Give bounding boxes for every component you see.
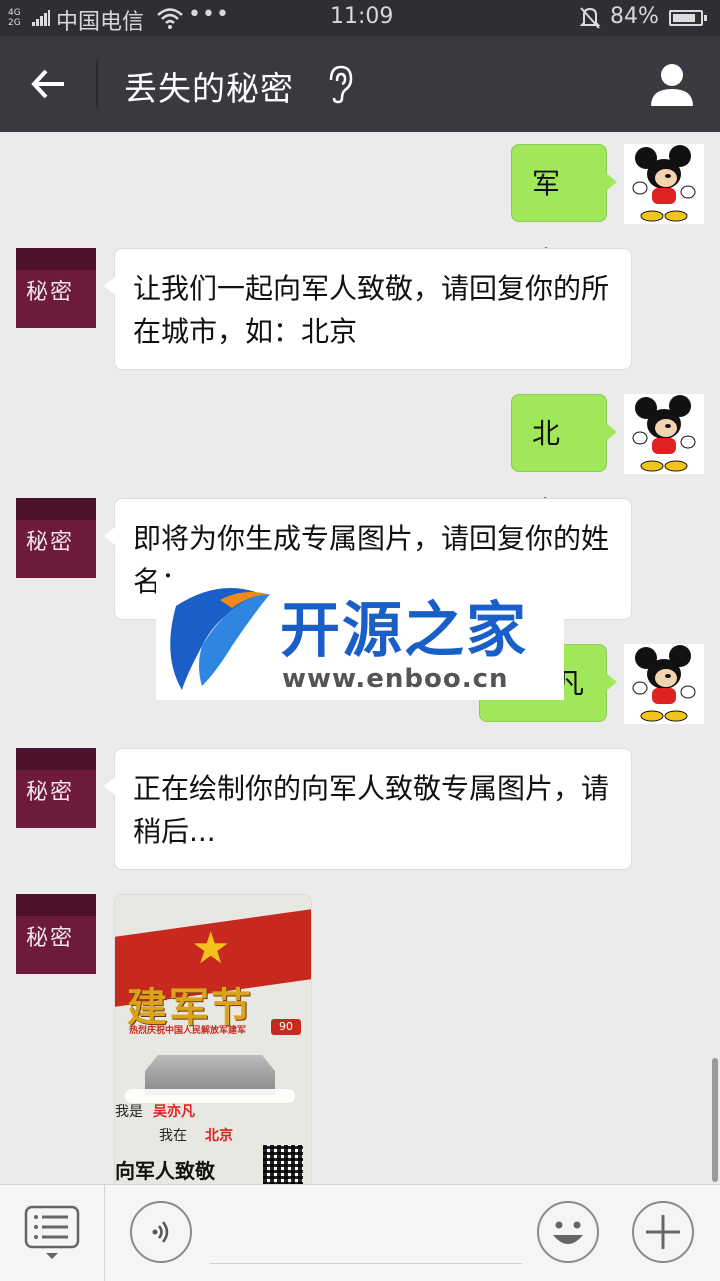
- avatar-text: 秘密: [26, 530, 75, 555]
- mickey-mouse-icon: [632, 645, 696, 722]
- image-message-poster[interactable]: ★ 建军节 热烈庆祝中国人民解放军建军 90 我是 吴亦凡 我在 北京 向军人致…: [114, 894, 312, 1184]
- mickey-mouse-icon: [632, 145, 696, 222]
- emoji-button[interactable]: [537, 1201, 599, 1263]
- message-bubble-sent[interactable]: 北京: [511, 394, 617, 528]
- army-star-icon: ★: [191, 923, 231, 974]
- my-avatar[interactable]: [624, 394, 704, 474]
- back-arrow-icon[interactable]: [28, 64, 68, 104]
- battery-percent: 84%: [610, 4, 659, 29]
- more-notifications: •••: [188, 2, 230, 27]
- battery-icon: [669, 10, 707, 26]
- poster-slogan: 向军人致敬: [115, 1159, 215, 1183]
- contact-avatar[interactable]: 秘密: [16, 498, 96, 578]
- signal-icon: [32, 10, 50, 26]
- status-bar: 4G 2G 中国电信 ••• 11:09 84%: [0, 0, 720, 36]
- poster-line1-prefix: 我是: [115, 1104, 143, 1120]
- chat-title: 丢失的秘密: [124, 69, 294, 108]
- contact-avatar[interactable]: 秘密: [16, 248, 96, 328]
- my-avatar[interactable]: [624, 144, 704, 224]
- more-button[interactable]: [632, 1201, 694, 1263]
- person-icon[interactable]: [648, 60, 696, 108]
- chat-scrollbar[interactable]: [712, 1058, 718, 1182]
- avatar-text: 秘密: [26, 280, 75, 305]
- qr-code-icon: [263, 1145, 303, 1184]
- avatar-text: 秘密: [26, 780, 75, 805]
- mute-bell-icon: [579, 7, 601, 29]
- poster-name: 吴亦凡: [153, 1104, 195, 1120]
- anniversary-badge: 90: [271, 1019, 301, 1035]
- chat-header: 丢失的秘密: [0, 36, 720, 132]
- poster-city: 北京: [205, 1128, 233, 1144]
- header-divider: [96, 60, 98, 108]
- watermark-brand: 开源之家: [280, 596, 528, 666]
- clock: 11:09: [330, 4, 394, 29]
- input-toolbar: [0, 1184, 720, 1281]
- ear-icon[interactable]: [326, 64, 356, 104]
- contact-avatar[interactable]: 秘密: [16, 894, 96, 974]
- text-input-underline[interactable]: [210, 1263, 522, 1264]
- poster-line2-prefix: 我在: [159, 1128, 187, 1144]
- wifi-icon: [157, 8, 183, 29]
- message-bubble-sent[interactable]: 军人: [511, 144, 617, 278]
- voice-button[interactable]: [130, 1201, 192, 1263]
- poster-subtitle: 热烈庆祝中国人民解放军建军: [129, 1026, 247, 1036]
- menu-list-button[interactable]: [0, 1185, 105, 1281]
- avatar-text: 秘密: [26, 926, 75, 951]
- cloud-shape: [125, 1089, 295, 1103]
- mickey-mouse-icon: [632, 395, 696, 472]
- menu-list-icon: [24, 1205, 80, 1259]
- watermark: 开源之家 www.enboo.cn: [156, 580, 564, 700]
- my-avatar[interactable]: [624, 644, 704, 724]
- watermark-url: www.enboo.cn: [282, 664, 509, 694]
- network-type: 4G 2G: [8, 8, 21, 28]
- contact-avatar[interactable]: 秘密: [16, 748, 96, 828]
- carrier-name: 中国电信: [56, 10, 145, 35]
- plus-icon: [646, 1215, 680, 1249]
- voice-icon: [152, 1221, 169, 1243]
- enboo-logo-icon: [170, 588, 270, 690]
- message-bubble-received[interactable]: 让我们一起向军人致敬，请回复你的所在城市，如：北京: [104, 248, 632, 370]
- emoji-icon: [553, 1221, 583, 1244]
- message-bubble-received[interactable]: 正在绘制你的向军人致敬专属图片，请稍后...: [104, 748, 632, 870]
